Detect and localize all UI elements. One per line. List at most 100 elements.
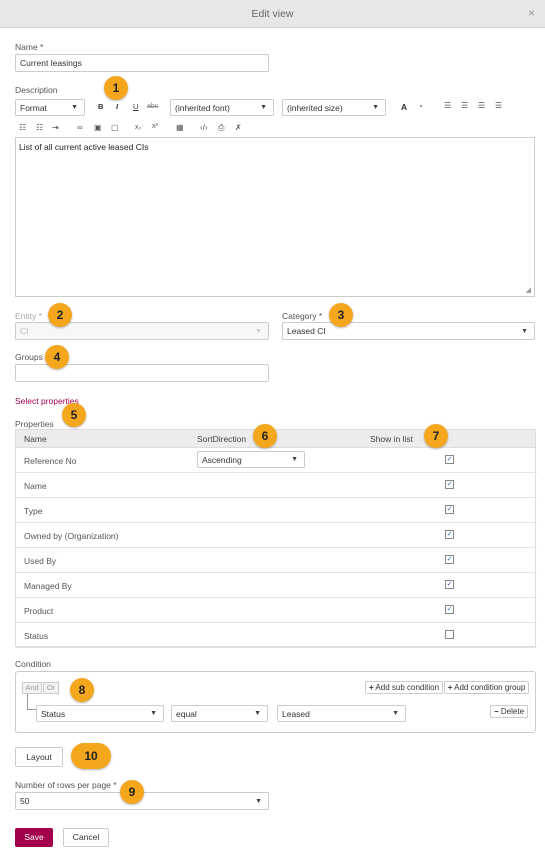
subscript-button[interactable]: x₂	[135, 124, 141, 131]
table-row: Product ✓	[16, 598, 537, 623]
font-family-value: (inherited font)	[175, 103, 230, 113]
category-value: Leased CI	[287, 326, 326, 336]
font-family-select[interactable]: (inherited font) ▼	[170, 99, 274, 116]
entity-label: Entity *	[15, 311, 42, 321]
property-name: Product	[24, 606, 54, 616]
properties-label: Properties	[15, 419, 54, 429]
align-right-icon[interactable]: ☰	[478, 101, 485, 110]
condition-value-select[interactable]: Leased ▼	[277, 705, 406, 722]
table-row: Type ✓	[16, 498, 537, 523]
chevron-down-icon: ▼	[372, 104, 379, 111]
strikethrough-button[interactable]: abc	[147, 103, 158, 110]
annotation-badge-10: 10	[71, 743, 111, 769]
italic-button[interactable]: I	[116, 102, 118, 111]
column-header-sortdirection[interactable]: SortDirection	[197, 434, 246, 444]
bold-button[interactable]: B	[98, 102, 103, 111]
show-in-list-checkbox[interactable]: ✓	[445, 480, 454, 489]
chevron-down-icon: ▼	[255, 798, 262, 805]
delete-condition-button[interactable]: − Delete	[490, 705, 528, 718]
annotation-badge-5: 5	[62, 403, 86, 427]
show-in-list-checkbox[interactable]: ✓	[445, 530, 454, 539]
annotation-badge-9: 9	[120, 780, 144, 804]
add-condition-group-label: Add condition group	[454, 683, 526, 692]
show-in-list-checkbox[interactable]: ✓	[445, 605, 454, 614]
cancel-button[interactable]: Cancel	[63, 828, 109, 847]
condition-label: Condition	[15, 659, 51, 669]
condition-field-select[interactable]: Status ▼	[36, 705, 164, 722]
text-color-button[interactable]: A	[401, 102, 407, 112]
chevron-down-icon: ▼	[150, 710, 157, 717]
condition-operator-value: equal	[176, 709, 197, 719]
tree-connector	[27, 709, 36, 710]
add-sub-condition-label: Add sub condition	[375, 683, 440, 692]
groups-label: Groups	[15, 352, 43, 362]
show-in-list-checkbox[interactable]: ✓	[445, 455, 454, 464]
description-label: Description	[15, 85, 58, 95]
category-label: Category *	[282, 311, 323, 321]
chevron-down-icon: ▼	[392, 710, 399, 717]
align-center-icon[interactable]: ☰	[461, 101, 468, 110]
annotation-badge-2: 2	[48, 303, 72, 327]
property-name: Name	[24, 481, 47, 491]
column-header-show-in-list[interactable]: Show in list	[370, 434, 413, 444]
add-condition-group-button[interactable]: + Add condition group	[444, 681, 529, 694]
media-icon[interactable]: ▢	[111, 123, 119, 132]
format-select[interactable]: Format ▼	[15, 99, 85, 116]
entity-value: CI	[20, 326, 29, 336]
or-toggle[interactable]: Or	[43, 682, 59, 694]
condition-operator-select[interactable]: equal ▼	[171, 705, 268, 722]
plus-icon: +	[447, 683, 453, 692]
delete-label: Delete	[500, 707, 525, 716]
name-input[interactable]: Current leasings	[15, 54, 269, 72]
format-select-value: Format	[20, 103, 47, 113]
font-size-select[interactable]: (inherited size) ▼	[282, 99, 386, 116]
annotation-badge-6: 6	[253, 424, 277, 448]
and-toggle[interactable]: And	[22, 682, 42, 694]
chevron-down-icon: ▼	[71, 104, 78, 111]
code-icon[interactable]: ‹/›	[200, 123, 208, 132]
align-justify-icon[interactable]: ☰	[495, 101, 502, 110]
property-name: Status	[24, 631, 49, 641]
resize-handle-icon[interactable]: ◢	[526, 286, 531, 294]
annotation-badge-8: 8	[70, 678, 94, 702]
category-select[interactable]: Leased CI ▼	[282, 322, 535, 340]
show-in-list-checkbox[interactable]: ✓	[445, 580, 454, 589]
show-in-list-checkbox[interactable]	[445, 630, 454, 639]
plus-icon: +	[368, 683, 374, 692]
underline-button[interactable]: U	[133, 102, 138, 111]
sort-direction-select[interactable]: Ascending ▼	[197, 451, 305, 468]
add-sub-condition-button[interactable]: + Add sub condition	[365, 681, 443, 694]
chevron-down-icon: ▼	[260, 104, 267, 111]
superscript-button[interactable]: x²	[152, 123, 158, 130]
chevron-down-icon: ▼	[255, 328, 262, 335]
numbered-list-icon[interactable]: ☷	[36, 123, 43, 132]
print-icon[interactable]: ⎙	[218, 123, 224, 133]
column-header-name[interactable]: Name	[24, 434, 47, 444]
show-in-list-checkbox[interactable]: ✓	[445, 505, 454, 514]
layout-button[interactable]: Layout	[15, 747, 63, 767]
fill-color-icon[interactable]: ◔	[418, 102, 423, 111]
table-row: Name ✓	[16, 473, 537, 498]
property-name: Owned by (Organization)	[24, 531, 119, 541]
clear-format-icon[interactable]: ✗	[235, 123, 242, 132]
sort-direction-value: Ascending	[202, 455, 242, 465]
minus-icon: −	[493, 707, 499, 716]
chevron-down-icon: ▼	[291, 456, 298, 463]
table-icon[interactable]: ▦	[176, 123, 184, 132]
annotation-badge-7: 7	[424, 424, 448, 448]
save-button[interactable]: Save	[15, 828, 53, 847]
properties-table: Name SortDirection Show in list Referenc…	[15, 429, 537, 648]
link-icon[interactable]: ∞	[77, 123, 83, 132]
property-name: Used By	[24, 556, 57, 566]
annotation-badge-1: 1	[104, 76, 128, 100]
dialog-title: Edit view	[251, 8, 294, 20]
condition-value: Leased	[282, 709, 310, 719]
align-left-icon[interactable]: ☰	[444, 101, 451, 110]
font-size-value: (inherited size)	[287, 103, 343, 113]
description-editor[interactable]: List of all current active leased CIs ◢	[15, 137, 535, 297]
show-in-list-checkbox[interactable]: ✓	[445, 555, 454, 564]
bullet-list-icon[interactable]: ☷	[19, 123, 26, 132]
indent-icon[interactable]: ⇥	[52, 123, 59, 132]
close-icon[interactable]: ×	[528, 6, 535, 20]
image-icon[interactable]: ▣	[94, 123, 102, 132]
